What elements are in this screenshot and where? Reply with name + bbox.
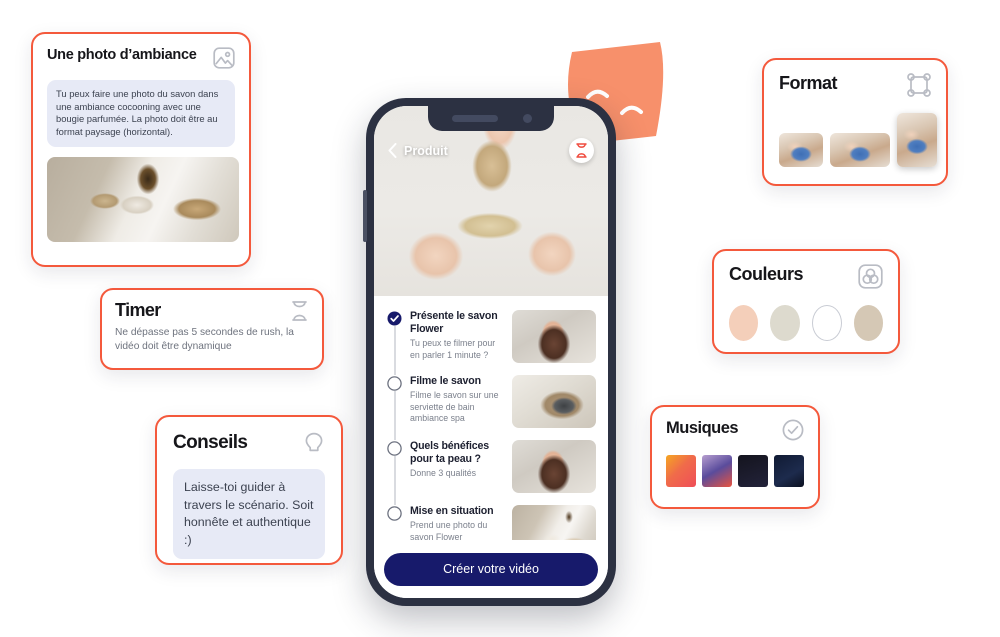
- ambiance-photo: [47, 156, 239, 242]
- card-header: Couleurs: [729, 264, 883, 289]
- phone-camera: [523, 114, 532, 123]
- card-header: Timer: [115, 300, 309, 322]
- create-video-button[interactable]: Créer votre vidéo: [384, 552, 598, 586]
- task-title: Filme le savon: [410, 375, 481, 387]
- album-cover-1[interactable]: [666, 455, 696, 487]
- color-palette-icon: [858, 264, 883, 289]
- cta-bar: Créer votre vidéo: [374, 540, 608, 598]
- card-body-text: Tu peux faire une photo du savon dans un…: [47, 80, 235, 147]
- task-item-3[interactable]: Quels bénéfices pour ta peau ? Donne 3 q…: [374, 434, 608, 505]
- album-row: [666, 455, 804, 487]
- format-landscape-small[interactable]: [779, 133, 823, 167]
- card-photo-ambiance[interactable]: Une photo d’ambiance Tu peux faire une p…: [31, 32, 251, 267]
- phone-notch: [428, 106, 554, 131]
- format-portrait-selected[interactable]: [897, 113, 937, 167]
- card-title: Musiques: [666, 419, 739, 437]
- scene-root: Produit Présente le savon Flower Tu peux…: [0, 0, 1000, 637]
- checkbox-empty-icon[interactable]: [387, 376, 402, 391]
- back-button[interactable]: Produit: [388, 143, 448, 158]
- checkbox-empty-icon[interactable]: [387, 441, 402, 456]
- task-thumbnail[interactable]: [512, 310, 596, 363]
- card-conseils[interactable]: Conseils Laisse-toi guider à travers le …: [155, 415, 343, 565]
- card-body-text: Laisse-toi guider à travers le scénario.…: [173, 469, 325, 560]
- card-couleurs[interactable]: Couleurs: [712, 249, 900, 354]
- card-body-text: Ne dépasse pas 5 secondes de rush, la vi…: [115, 327, 294, 353]
- card-format[interactable]: Format: [762, 58, 948, 186]
- task-thumbnail[interactable]: [512, 505, 596, 540]
- swatch-sand[interactable]: [770, 305, 800, 341]
- phone-screen: Produit Présente le savon Flower Tu peux…: [374, 106, 608, 598]
- back-label: Produit: [404, 143, 448, 158]
- task-title: Mise en situation: [410, 505, 494, 517]
- swatch-peach[interactable]: [729, 305, 759, 341]
- task-rail: [394, 326, 396, 375]
- task-rail: [394, 456, 396, 505]
- lightbulb-icon: [305, 432, 323, 452]
- album-cover-4[interactable]: [774, 455, 804, 487]
- chevron-left-icon: [388, 143, 397, 158]
- task-rail: [394, 391, 396, 440]
- checkbox-empty-icon[interactable]: [387, 506, 402, 521]
- crop-frame-icon: [907, 73, 931, 97]
- task-item-4[interactable]: Mise en situation Prend une photo du sav…: [374, 499, 608, 540]
- phone-side-button[interactable]: [363, 190, 367, 242]
- task-subtitle: Filme le savon sur une serviette de bain…: [410, 390, 499, 424]
- check-circle-icon: [782, 419, 804, 441]
- task-item-2[interactable]: Filme le savon Filme le savon sur une se…: [374, 369, 608, 440]
- timer-badge-button[interactable]: [569, 138, 594, 163]
- card-header: Conseils: [173, 432, 325, 456]
- card-musiques[interactable]: Musiques: [650, 405, 820, 509]
- image-icon: [213, 47, 235, 69]
- task-list: Présente le savon Flower Tu peux te film…: [374, 296, 608, 540]
- card-title: Conseils: [173, 432, 248, 453]
- card-header: Musiques: [666, 419, 804, 441]
- album-cover-2[interactable]: [702, 455, 732, 487]
- format-thumbnail-row: [779, 113, 937, 167]
- task-thumbnail[interactable]: [512, 375, 596, 428]
- phone-speaker: [452, 115, 498, 122]
- card-title: Une photo d’ambiance: [47, 47, 197, 63]
- hero-image: Produit: [374, 106, 608, 296]
- task-text: Présente le savon Flower Tu peux te film…: [410, 310, 504, 361]
- task-subtitle: Donne 3 qualités: [410, 468, 477, 479]
- card-timer[interactable]: Timer Ne dépasse pas 5 secondes de rush,…: [100, 288, 324, 370]
- task-text: Filme le savon Filme le savon sur une se…: [410, 375, 504, 425]
- card-title: Timer: [115, 300, 161, 320]
- format-landscape-wide[interactable]: [830, 133, 890, 167]
- task-item-1[interactable]: Présente le savon Flower Tu peux te film…: [374, 304, 608, 375]
- task-thumbnail[interactable]: [512, 440, 596, 493]
- album-cover-3[interactable]: [738, 455, 768, 487]
- checkbox-checked-icon[interactable]: [387, 311, 402, 326]
- task-text: Quels bénéfices pour ta peau ? Donne 3 q…: [410, 440, 504, 480]
- phone-mockup: Produit Présente le savon Flower Tu peux…: [363, 98, 616, 606]
- task-title: Quels bénéfices pour ta peau ?: [410, 440, 490, 466]
- swatch-white[interactable]: [811, 305, 842, 341]
- card-title: Couleurs: [729, 264, 804, 284]
- card-title: Format: [779, 73, 838, 93]
- task-text: Mise en situation Prend une photo du sav…: [410, 505, 504, 540]
- swatch-taupe[interactable]: [853, 305, 883, 341]
- task-subtitle: Prend une photo du savon Flower: [410, 520, 488, 540]
- hourglass-icon: [576, 143, 587, 158]
- card-header: Une photo d’ambiance: [47, 47, 235, 69]
- color-swatch-row: [729, 305, 883, 341]
- task-subtitle: Tu peux te filmer pour en parler 1 minut…: [410, 338, 496, 360]
- hourglass-icon: [292, 301, 307, 321]
- phone-topbar: Produit: [374, 138, 608, 163]
- card-header: Format: [779, 73, 931, 97]
- task-title: Présente le savon Flower: [410, 310, 498, 336]
